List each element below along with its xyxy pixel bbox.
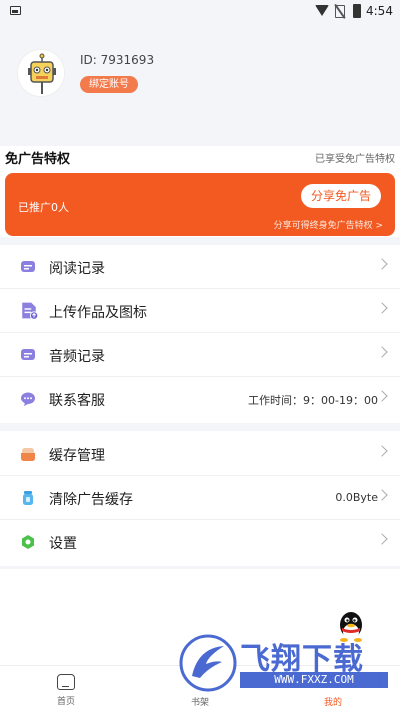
ad-free-status: 已享受免广告特权	[315, 154, 395, 165]
menu-item-reading-record[interactable]: 阅读记录	[0, 245, 400, 289]
divider	[0, 237, 400, 245]
promo-hint-link[interactable]: 分享可得终身免广告特权 >	[274, 218, 383, 231]
tab-label: 我的	[323, 698, 342, 708]
chevron-right-icon	[376, 390, 388, 402]
menu-group-settings: 缓存管理 清除广告缓存 0.0Byte 设置	[0, 432, 400, 564]
tab-label: 书架	[190, 698, 209, 708]
chevron-right-icon	[376, 445, 388, 457]
menu-label: 音频记录	[49, 349, 105, 365]
promo-card: 已推广0人 分享免广告 分享可得终身免广告特权 >	[5, 173, 395, 236]
ad-free-title: 免广告特权	[5, 152, 71, 167]
menu-item-upload-works[interactable]: 上传作品及图标	[0, 289, 400, 333]
settings-icon	[22, 535, 34, 549]
tab-label: 首页	[56, 697, 75, 707]
chevron-right-icon	[376, 489, 388, 501]
robot-avatar-icon	[18, 50, 64, 96]
menu-item-clear-ad-cache[interactable]: 清除广告缓存 0.0Byte	[0, 476, 400, 520]
chevron-right-icon	[376, 346, 388, 358]
audio-record-icon	[21, 349, 35, 360]
avatar[interactable]	[17, 49, 65, 97]
notification-image-icon	[10, 6, 21, 15]
watermark: 飞翔下载 WWW.FXXZ.COM	[178, 634, 388, 692]
menu-label: 阅读记录	[49, 261, 105, 277]
promo-count: 已推广0人	[18, 201, 69, 214]
upload-document-icon	[22, 302, 38, 320]
menu-item-audio-record[interactable]: 音频记录	[0, 333, 400, 377]
menu-group-main: 阅读记录 上传作品及图标 音频记录 联系客服 工作时间：9：00-19：00	[0, 245, 400, 421]
menu-label: 上传作品及图标	[49, 305, 147, 321]
profile-header: ID: 7931693 绑定账号	[0, 24, 400, 146]
watermark-url: WWW.FXXZ.COM	[240, 672, 388, 688]
status-bar: 4:54	[0, 0, 400, 24]
menu-label: 联系客服	[49, 393, 105, 409]
menu-label: 清除广告缓存	[49, 492, 133, 508]
battery-icon	[353, 4, 361, 18]
customer-service-icon	[21, 392, 35, 406]
divider	[0, 566, 400, 569]
watermark-logo-icon	[179, 634, 237, 692]
chevron-right-icon	[376, 258, 388, 270]
no-sim-icon	[335, 5, 345, 18]
menu-item-settings[interactable]: 设置	[0, 520, 400, 564]
user-id: ID: 7931693	[80, 53, 155, 67]
menu-item-contact-service[interactable]: 联系客服 工作时间：9：00-19：00	[0, 377, 400, 421]
reading-record-icon	[21, 261, 35, 272]
cache-manage-icon	[21, 448, 35, 461]
bind-account-button[interactable]: 绑定账号	[80, 76, 138, 93]
working-hours: 工作时间：9：00-19：00	[248, 394, 378, 407]
chevron-right-icon	[376, 302, 388, 314]
home-icon	[57, 674, 75, 690]
clear-cache-icon	[23, 491, 33, 505]
menu-label: 设置	[49, 536, 77, 552]
chevron-right-icon	[376, 533, 388, 545]
status-time: 4:54	[366, 4, 393, 18]
tab-home[interactable]: 首页	[36, 674, 96, 707]
divider	[0, 423, 400, 431]
cache-size: 0.0Byte	[335, 491, 378, 504]
menu-item-cache-manage[interactable]: 缓存管理	[0, 432, 400, 476]
menu-label: 缓存管理	[49, 448, 105, 464]
wifi-icon	[315, 5, 329, 16]
share-ad-free-button[interactable]: 分享免广告	[300, 184, 381, 208]
